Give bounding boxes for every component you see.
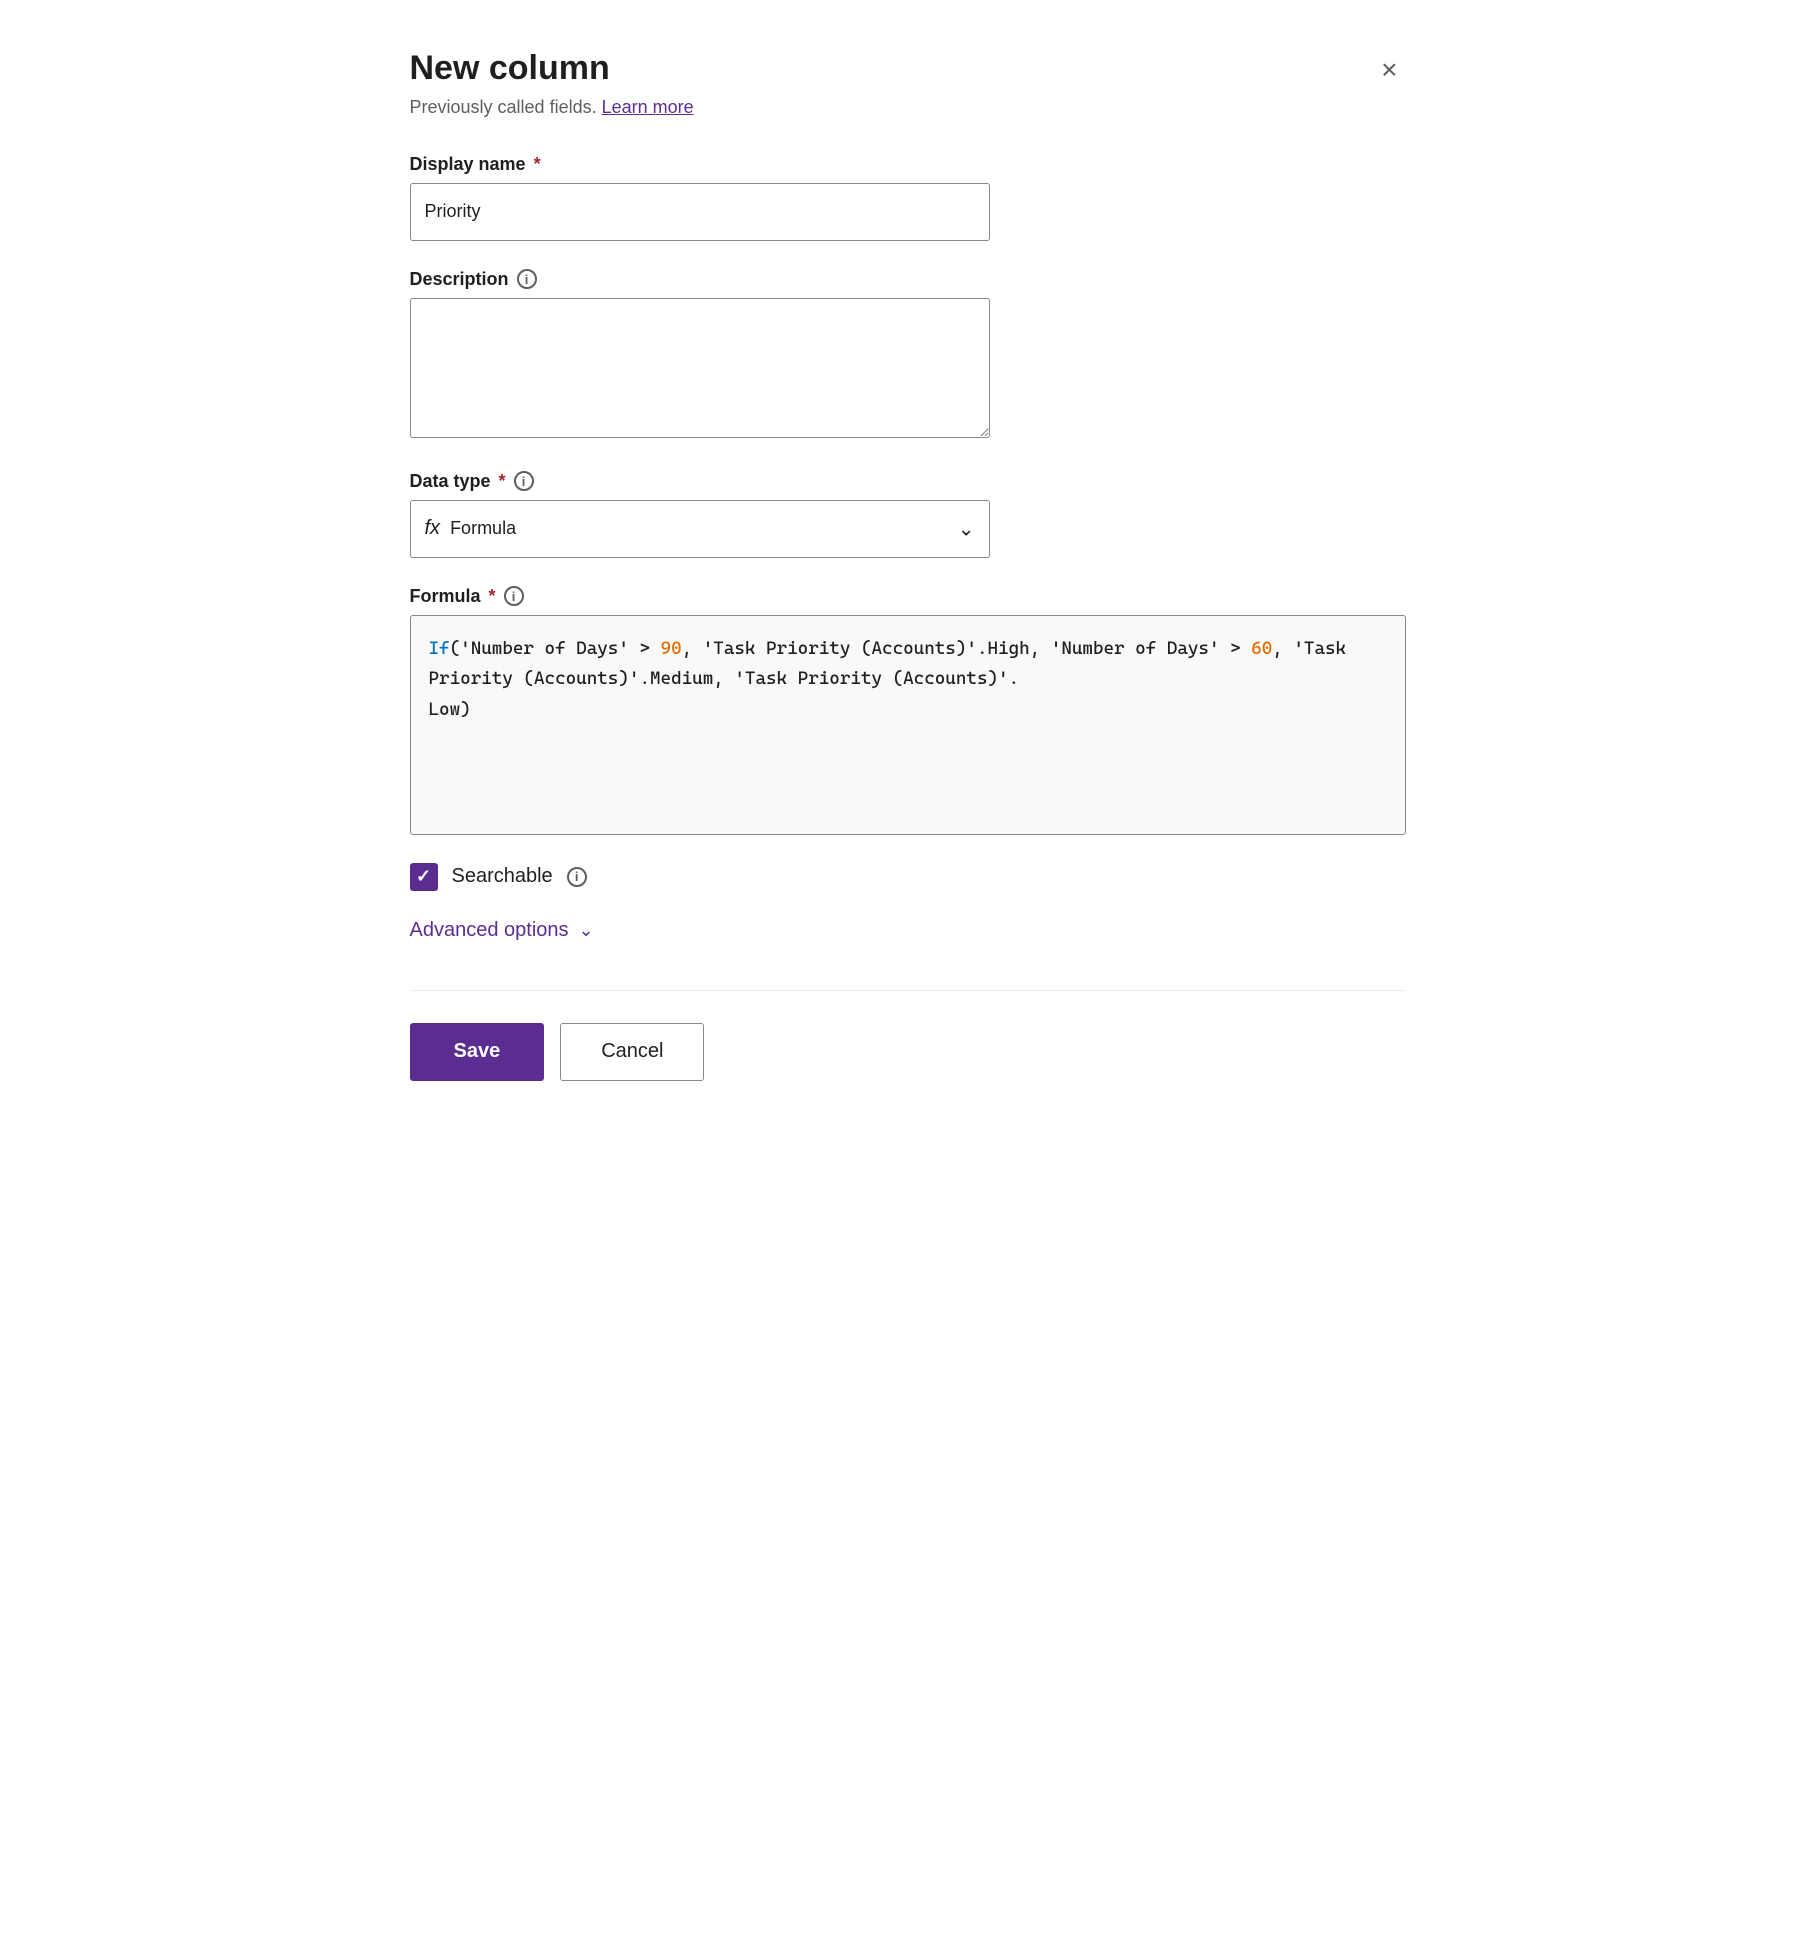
searchable-checkbox[interactable]: ✓ bbox=[410, 863, 438, 891]
checkmark-icon: ✓ bbox=[416, 866, 431, 887]
required-star-formula: * bbox=[489, 586, 496, 607]
required-star-data-type: * bbox=[499, 471, 506, 492]
searchable-info-icon[interactable]: i bbox=[567, 867, 587, 887]
dialog-title: New column bbox=[410, 48, 610, 89]
data-type-value: Formula bbox=[450, 518, 516, 539]
data-type-group: Data type * i fx Formula ⌄ bbox=[410, 471, 1406, 558]
close-button[interactable]: × bbox=[1373, 52, 1405, 88]
formula-label: Formula * i bbox=[410, 586, 1406, 607]
data-type-label: Data type * i bbox=[410, 471, 1406, 492]
display-name-label: Display name * bbox=[410, 154, 1406, 175]
description-label: Description i bbox=[410, 269, 1406, 290]
subtitle-text: Previously called fields. bbox=[410, 97, 597, 117]
data-type-select[interactable]: fx Formula ⌄ bbox=[410, 500, 990, 558]
display-name-group: Display name * bbox=[410, 154, 1406, 241]
formula-text: If('Number of Days' > 90, 'Task Priority… bbox=[429, 638, 1357, 720]
advanced-options-label: Advanced options bbox=[410, 919, 569, 942]
chevron-down-icon: ⌄ bbox=[958, 516, 975, 541]
searchable-row: ✓ Searchable i bbox=[410, 863, 1406, 891]
description-input[interactable] bbox=[410, 298, 990, 438]
footer-divider bbox=[410, 990, 1406, 991]
formula-group: Formula * i If('Number of Days' > 90, 'T… bbox=[410, 586, 1406, 835]
fx-icon: fx bbox=[425, 517, 441, 540]
save-button[interactable]: Save bbox=[410, 1023, 545, 1081]
advanced-options-chevron-icon: ⌄ bbox=[579, 920, 594, 941]
description-info-icon[interactable]: i bbox=[517, 269, 537, 289]
formula-info-icon[interactable]: i bbox=[504, 586, 524, 606]
advanced-options-row[interactable]: Advanced options ⌄ bbox=[410, 919, 1406, 942]
cancel-button[interactable]: Cancel bbox=[560, 1023, 704, 1081]
button-row: Save Cancel bbox=[410, 1023, 1406, 1081]
learn-more-link[interactable]: Learn more bbox=[602, 97, 694, 117]
searchable-label: Searchable bbox=[452, 865, 553, 888]
dialog-header: New column × bbox=[410, 48, 1406, 89]
formula-editor[interactable]: If('Number of Days' > 90, 'Task Priority… bbox=[410, 615, 1406, 835]
dialog-subtitle: Previously called fields. Learn more bbox=[410, 97, 1406, 118]
data-type-info-icon[interactable]: i bbox=[514, 471, 534, 491]
display-name-input[interactable] bbox=[410, 183, 990, 241]
required-star-display-name: * bbox=[534, 154, 541, 175]
description-group: Description i bbox=[410, 269, 1406, 443]
new-column-dialog: New column × Previously called fields. L… bbox=[358, 0, 1458, 1129]
data-type-select-wrapper: fx Formula ⌄ bbox=[410, 500, 990, 558]
